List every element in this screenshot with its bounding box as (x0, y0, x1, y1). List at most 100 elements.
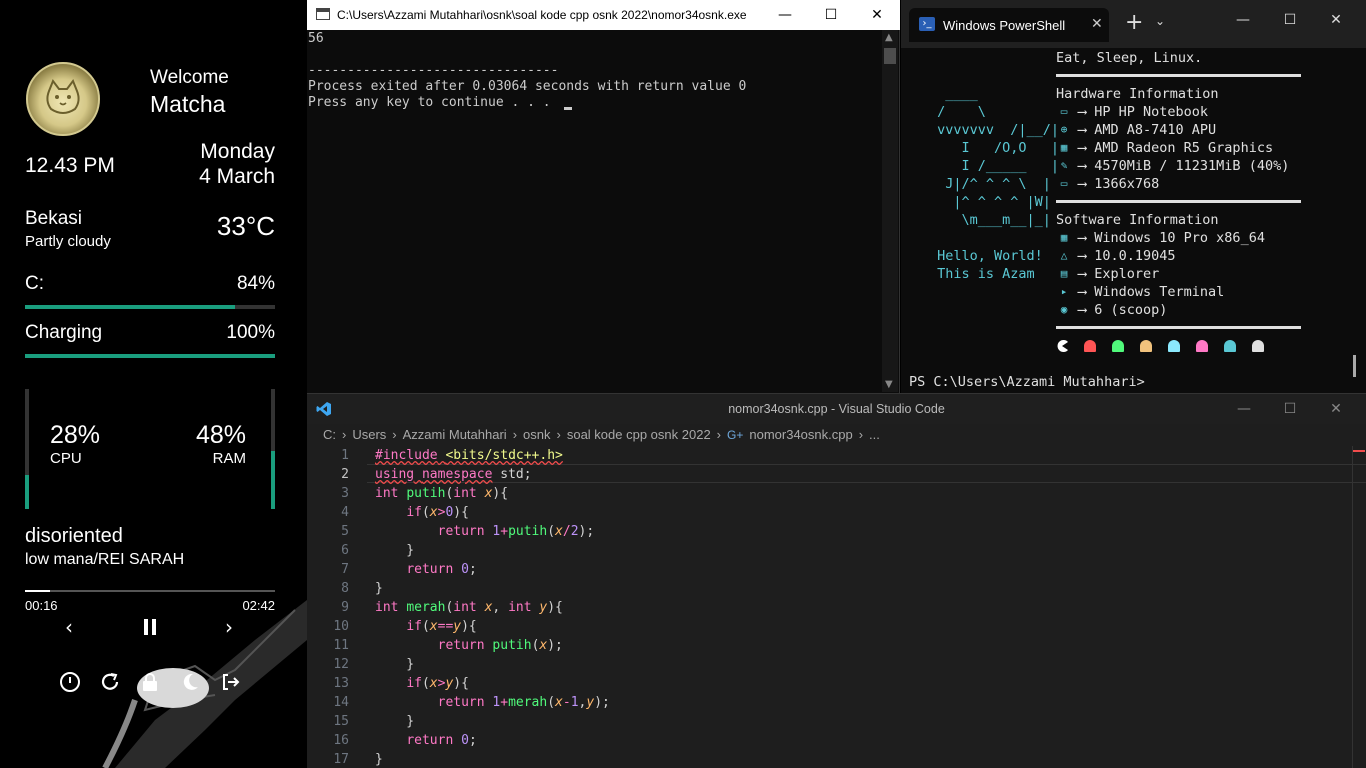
ascii-line: J|/^ ^ ^ \ | (929, 176, 1051, 192)
console-scrollbar[interactable]: ▲ ▼ (882, 30, 898, 392)
info-value: 10.0.19045 (1094, 248, 1176, 264)
new-tab-icon[interactable]: + (1125, 10, 1143, 36)
vscode-close-button[interactable]: ✕ (1313, 394, 1359, 424)
logout-icon[interactable] (217, 669, 243, 695)
vscode-maximize-button[interactable]: ☐ (1267, 394, 1313, 424)
console-app-icon (316, 8, 330, 20)
lock-icon[interactable] (137, 669, 163, 695)
info-row: ▭ ⟶ HP HP Notebook (1056, 103, 1289, 121)
next-icon[interactable]: › (216, 614, 242, 640)
breadcrumb-item[interactable]: nomor34osnk.cpp (749, 427, 852, 442)
ps-close-button[interactable]: ✕ (1313, 0, 1359, 40)
cat-icon (46, 78, 80, 114)
ram-label: RAM (212, 450, 246, 467)
chevron-right-icon: › (556, 427, 561, 442)
ghost-icon (1252, 340, 1264, 352)
vscode-titlebar[interactable]: nomor34osnk.cpp - Visual Studio Code — ☐… (307, 393, 1366, 423)
console-line-4: Process exited after 0.03064 seconds wit… (308, 79, 747, 94)
battery-bar (25, 354, 275, 358)
console-line-1: 56 (308, 31, 324, 46)
code-line: if(x==y){ (406, 619, 477, 634)
close-button[interactable]: ✕ (854, 0, 900, 30)
tagline: Eat, Sleep, Linux. (1056, 50, 1203, 66)
desktop-widget: Welcome Matcha 12.43 PM Monday 4 March B… (0, 0, 307, 768)
ps-scroll-thumb[interactable] (1353, 355, 1356, 377)
ascii-line: Hello, World! (929, 248, 1043, 264)
prompt[interactable]: PS C:\Users\Azzami Mutahhari> (909, 373, 1145, 391)
chevron-right-icon: › (342, 427, 347, 442)
breadcrumb-item[interactable]: Users (352, 427, 386, 442)
temperature: 33°C (216, 211, 275, 241)
info-value: AMD Radeon R5 Graphics (1094, 140, 1274, 156)
explorer-icon: ▤ (1060, 267, 1068, 280)
scroll-down-icon[interactable]: ▼ (885, 379, 893, 390)
code-line: if(x>y){ (406, 676, 469, 691)
breadcrumb-item[interactable]: osnk (523, 427, 550, 442)
ghost-icon (1084, 340, 1096, 352)
laptop-icon: ▭ (1060, 105, 1068, 118)
weather-condition: Partly cloudy (25, 233, 111, 250)
breadcrumb-item[interactable]: soal kode cpp osnk 2022 (567, 427, 711, 442)
line-number: 7 (341, 562, 349, 577)
powershell-window: ›_ Windows PowerShell ✕ + ⌄ — ☐ ✕ ____ /… (901, 0, 1366, 393)
breadcrumb-item[interactable]: ... (869, 427, 880, 442)
arrow-icon: ⟶ (1078, 284, 1095, 300)
ghost-icon (1168, 340, 1180, 352)
info-row: ▭ ⟶ 1366x768 (1056, 175, 1289, 193)
console-titlebar[interactable]: C:\Users\Azzami Mutahhari\osnk\soal kode… (307, 0, 900, 30)
chevron-right-icon: › (512, 427, 518, 442)
console-window: C:\Users\Azzami Mutahhari\osnk\soal kode… (307, 0, 900, 393)
terminal-tabbar[interactable]: ›_ Windows PowerShell ✕ + ⌄ — ☐ ✕ (901, 0, 1366, 48)
ghost-icon (1196, 340, 1208, 352)
battery-percent: 100% (226, 322, 275, 343)
arrow-icon: ⟶ (1078, 122, 1095, 138)
ghost-row (1056, 340, 1264, 352)
info-value: HP HP Notebook (1094, 104, 1209, 120)
prev-icon[interactable]: ‹ (56, 614, 82, 640)
ghost-icon (1112, 340, 1124, 352)
terminal-tab[interactable]: ›_ Windows PowerShell ✕ (909, 8, 1109, 42)
breadcrumb-item[interactable]: C: (323, 427, 336, 442)
line-number: 12 (333, 657, 349, 672)
line-number: 10 (333, 619, 349, 634)
line-number: 16 (333, 733, 349, 748)
line-number: 8 (341, 581, 349, 596)
console-title: C:\Users\Azzami Mutahhari\osnk\soal kode… (337, 8, 747, 22)
welcome-label: Welcome (150, 67, 229, 88)
vscode-minimize-button[interactable]: — (1221, 394, 1267, 424)
arrow-icon: ⟶ (1078, 248, 1095, 264)
code-editor[interactable]: 1 2 3 4 5 6 7 8 9 10 11 12 13 14 15 16 17 #include <bits… (307, 446, 1366, 768)
disk-label: C: (25, 273, 44, 294)
code-line: return 0; (406, 562, 477, 577)
ghost-icon (1140, 340, 1152, 352)
maximize-button[interactable]: ☐ (808, 0, 854, 30)
song-progress-bar[interactable] (25, 590, 275, 592)
editor-scrollbar[interactable] (1352, 446, 1366, 768)
scroll-up-icon[interactable]: ▲ (885, 32, 893, 43)
windows-icon: ▦ (1060, 231, 1068, 244)
code-line: int merah(int x, int y){ (375, 600, 563, 615)
code-line: } (375, 752, 383, 767)
divider (1056, 74, 1301, 77)
line-number: 15 (333, 714, 349, 729)
ghost-icon (1224, 340, 1236, 352)
power-icon[interactable] (57, 669, 83, 695)
ps-maximize-button[interactable]: ☐ (1267, 0, 1313, 40)
ascii-line: I /O,O | (929, 140, 1060, 156)
restart-icon[interactable] (97, 669, 123, 695)
ps-minimize-button[interactable]: — (1220, 0, 1266, 40)
info-row: ▤ ⟶ Explorer (1056, 265, 1265, 283)
sleep-icon[interactable] (177, 669, 203, 695)
breadcrumb-item[interactable]: Azzami Mutahhari (403, 427, 507, 442)
terminal-icon: ▸ (1060, 285, 1068, 298)
minimize-button[interactable]: — (762, 0, 808, 30)
scroll-thumb[interactable] (884, 48, 896, 64)
code-line: int putih(int x){ (375, 486, 509, 501)
ascii-line: ____ (929, 86, 978, 102)
info-row: ▦ ⟶ AMD Radeon R5 Graphics (1056, 139, 1289, 157)
pause-icon[interactable] (137, 614, 163, 640)
code-line: } (375, 543, 415, 558)
dropdown-icon[interactable]: ⌄ (1155, 14, 1165, 28)
close-tab-icon[interactable]: ✕ (1091, 16, 1103, 32)
breadcrumb: C: › Users › Azzami Mutahhari › osnk › soal … (307, 424, 1366, 446)
